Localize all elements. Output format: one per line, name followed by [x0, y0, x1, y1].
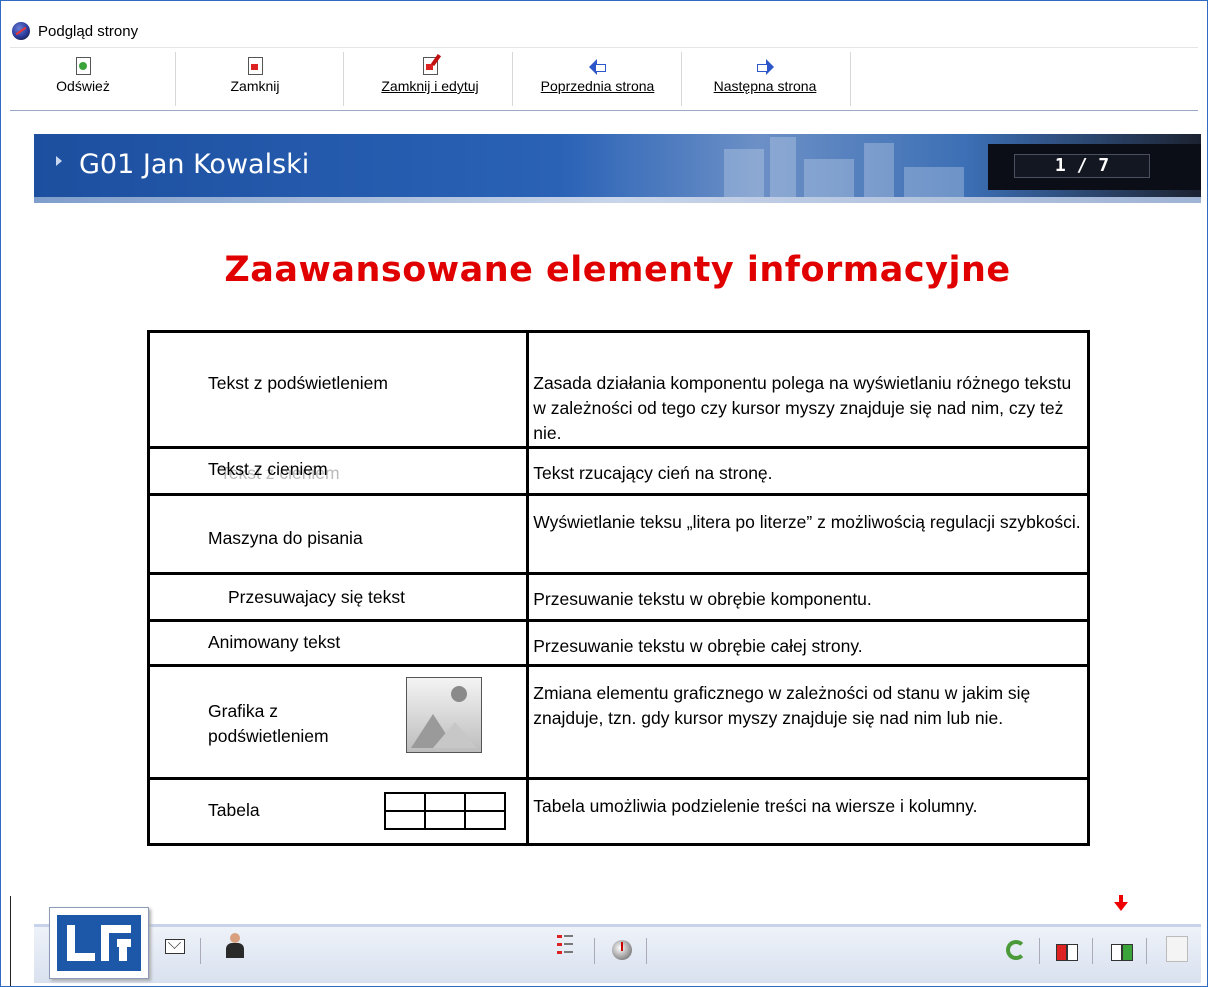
next-page-label: Następna strona — [713, 78, 817, 94]
page-header-title: G01 Jan Kowalski — [79, 149, 310, 180]
shadow-text-label: Tekst z cieniem Tekst z cieniem — [208, 459, 340, 483]
description-text: Przesuwanie tekstu w obrębie całej stron… — [533, 636, 863, 656]
table-row: Maszyna do pisania Wyświetlanie teksu „l… — [146, 493, 1090, 575]
page-counter-panel: 1 / 7 — [988, 144, 1201, 190]
element-description: Zasada działania komponentu polega na wy… — [526, 330, 1090, 449]
element-name-line: Grafika z — [208, 701, 279, 721]
envelope-icon[interactable] — [165, 939, 185, 954]
element-name: Tekst z podświetleniem — [208, 373, 388, 393]
table-row: Grafika z podświetleniem Zmiana elementu… — [146, 664, 1090, 780]
arrow-down-icon — [1114, 895, 1128, 911]
toolbar: Odśwież Zamknij Zamknij i edytuj Poprzed… — [10, 47, 1198, 111]
previous-page-icon[interactable] — [1054, 935, 1080, 961]
footer-divider — [1092, 938, 1093, 964]
element-name-cell: Tekst z podświetleniem — [146, 330, 530, 449]
frame-edge — [1, 896, 11, 986]
element-name: Tabela — [208, 800, 260, 820]
page-footer-bar — [34, 895, 1201, 986]
arrow-right-icon — [753, 56, 777, 76]
element-description: Tekst rzucający cień na stronę. — [526, 446, 1090, 496]
table-row: Tabela Tabela umożliwia podzielenie treś… — [146, 777, 1090, 846]
footer-divider — [200, 938, 201, 964]
element-name-cell: Maszyna do pisania — [146, 493, 530, 575]
table-grid-icon — [384, 792, 506, 830]
element-name: Przesuwajacy się tekst — [228, 587, 406, 607]
element-name: Animowany tekst — [208, 632, 341, 652]
element-description: Wyświetlanie teksu „litera po literze” z… — [526, 493, 1090, 575]
preview-window: Podgląd strony Odśwież Zamknij Zamknij i… — [0, 0, 1208, 987]
element-description: Przesuwanie tekstu w obrębie komponentu. — [526, 572, 1090, 622]
refresh-icon — [71, 56, 95, 76]
previous-page-button[interactable]: Poprzednia strona — [525, 52, 670, 108]
element-name: Maszyna do pisania — [208, 528, 363, 548]
edit-document-icon — [418, 53, 442, 76]
globe-icon[interactable] — [612, 940, 632, 960]
description-text: Tekst rzucający cień na stronę. — [533, 463, 773, 483]
element-description: Przesuwanie tekstu w obrębie całej stron… — [526, 619, 1090, 667]
element-name-cell: Tekst z cieniem Tekst z cieniem — [146, 446, 530, 496]
element-name-cell: Animowany tekst — [146, 619, 530, 667]
table-row: Tekst z podświetleniem Zasada działania … — [146, 330, 1090, 449]
toolbar-divider — [850, 52, 851, 106]
footer-divider — [594, 938, 595, 964]
elements-table: Tekst z podświetleniem Zasada działania … — [146, 330, 1090, 846]
footer-divider — [646, 938, 647, 964]
close-label: Zamknij — [230, 78, 280, 94]
close-button[interactable]: Zamknij — [215, 52, 295, 108]
table-row: Tekst z cieniem Tekst z cieniem Tekst rz… — [146, 446, 1090, 496]
window-title: Podgląd strony — [38, 23, 139, 40]
description-text: Tabela umożliwia podzielenie treści na w… — [533, 796, 978, 816]
element-name-cell: Tabela — [146, 777, 530, 846]
print-icon[interactable] — [1166, 936, 1188, 962]
table-row: Przesuwajacy się tekst Przesuwanie tekst… — [146, 572, 1090, 622]
refresh-button[interactable]: Odśwież — [48, 52, 118, 108]
next-page-button[interactable]: Następna strona — [695, 52, 835, 108]
table-row: Animowany tekst Przesuwanie tekstu w obr… — [146, 619, 1090, 667]
description-text: Przesuwanie tekstu w obrębie komponentu. — [533, 589, 872, 609]
element-name-line: podświetleniem — [208, 726, 329, 746]
page-preview: G01 Jan Kowalski 1 / 7 Zaawansowane elem… — [34, 134, 1201, 986]
logo-mark — [57, 915, 141, 971]
close-and-edit-label: Zamknij i edytuj — [381, 78, 479, 94]
footer-divider — [1039, 938, 1040, 964]
close-document-icon — [243, 56, 267, 76]
description-text: Wyświetlanie teksu „litera po literze” z… — [533, 512, 1081, 532]
arrow-left-icon — [586, 56, 610, 76]
image-placeholder-icon — [406, 677, 482, 753]
element-name-cell: Grafika z podświetleniem — [146, 664, 530, 780]
page-header-banner: G01 Jan Kowalski 1 / 7 — [34, 134, 1201, 203]
main-title: Zaawansowane elementy informacyjne — [224, 250, 1011, 290]
reload-icon[interactable] — [1006, 940, 1026, 960]
footer-divider — [1146, 938, 1147, 964]
toolbar-divider — [343, 52, 344, 106]
description-text: Zmiana elementu graficznego w zależności… — [533, 683, 1031, 728]
toolbar-divider — [512, 52, 513, 106]
previous-page-label: Poprzednia strona — [540, 78, 655, 94]
element-description: Zmiana elementu graficznego w zależności… — [526, 664, 1090, 780]
toolbar-divider — [681, 52, 682, 106]
page-counter: 1 / 7 — [1014, 154, 1150, 178]
title-bar: Podgląd strony — [1, 1, 1207, 45]
logo[interactable] — [49, 907, 149, 979]
description-text: Zasada działania komponentu polega na wy… — [533, 373, 1072, 443]
refresh-label: Odśwież — [56, 78, 110, 94]
next-page-icon[interactable] — [1109, 935, 1135, 961]
user-icon[interactable] — [224, 933, 246, 959]
list-icon[interactable] — [557, 935, 573, 959]
app-icon — [12, 22, 30, 40]
element-name: Tekst z cieniem — [208, 459, 328, 479]
close-and-edit-button[interactable]: Zamknij i edytuj — [370, 52, 490, 108]
element-description: Tabela umożliwia podzielenie treści na w… — [526, 777, 1090, 846]
toolbar-divider — [175, 52, 176, 106]
element-name-cell: Przesuwajacy się tekst — [146, 572, 530, 622]
chevron-right-icon — [56, 156, 62, 166]
element-name: Grafika z podświetleniem — [208, 699, 329, 749]
